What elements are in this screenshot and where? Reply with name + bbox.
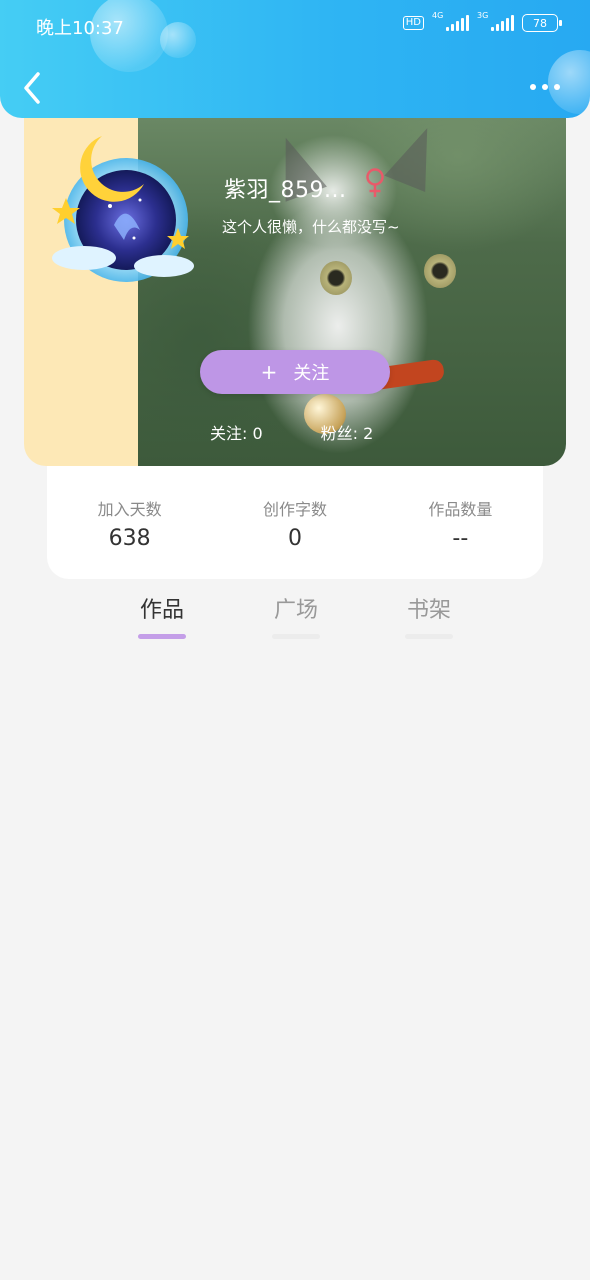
tab-bookshelf[interactable]: 书架	[404, 592, 454, 639]
back-button[interactable]	[18, 70, 48, 106]
stat-value: --	[452, 526, 469, 551]
top-header: 晚上10:37 HD 4G 3G 78	[0, 0, 590, 118]
tab-indicator	[272, 634, 320, 639]
profile-banner: 紫羽_859... 这个人很懒，什么都没写~ + 关注 关注: 0 粉丝: 2	[24, 96, 566, 466]
battery-icon: 78	[522, 14, 562, 32]
stat-join-days: 加入天数 638	[47, 496, 212, 579]
tab-bar: 作品 广场 书架	[0, 592, 590, 648]
bio-text: 这个人很懒，什么都没写~	[222, 218, 400, 236]
hd-icon: HD	[402, 16, 424, 30]
tab-label: 作品	[139, 598, 184, 623]
plus-icon: +	[260, 360, 278, 384]
signal-icon: 4G	[432, 11, 469, 31]
fans-count[interactable]: 粉丝: 2	[321, 420, 374, 444]
tab-label: 书架	[406, 598, 451, 623]
tab-indicator	[138, 634, 186, 639]
stat-value: 0	[287, 526, 302, 551]
stat-value: 638	[108, 526, 151, 551]
following-count[interactable]: 关注: 0	[210, 420, 263, 444]
stat-word-count: 创作字数 0	[212, 496, 377, 579]
follow-label: 关注	[293, 363, 330, 384]
female-icon	[362, 166, 388, 200]
tab-plaza[interactable]: 广场	[271, 592, 321, 639]
tab-indicator	[405, 634, 453, 639]
cover-photo	[138, 96, 566, 466]
chevron-left-icon	[24, 72, 40, 104]
stat-label: 加入天数	[97, 500, 162, 519]
more-options-button[interactable]	[530, 78, 564, 96]
follow-counts: 关注: 0 粉丝: 2	[210, 420, 373, 444]
stat-label: 作品数量	[428, 500, 493, 519]
bubble-decoration	[160, 22, 196, 58]
tab-label: 广场	[273, 598, 318, 623]
username: 紫羽_859...	[224, 178, 347, 203]
stat-works-count: 作品数量 --	[378, 496, 543, 579]
more-dots-icon	[530, 84, 536, 90]
follow-button[interactable]: + 关注	[200, 350, 390, 394]
status-icons: HD 4G 3G 78	[402, 11, 562, 32]
tab-works[interactable]: 作品	[137, 592, 187, 639]
avatar[interactable]	[44, 130, 200, 290]
moon-avatar-icon	[52, 136, 194, 282]
status-time: 晚上10:37	[36, 18, 124, 39]
signal-icon: 3G	[477, 11, 514, 31]
stat-label: 创作字数	[262, 500, 327, 519]
